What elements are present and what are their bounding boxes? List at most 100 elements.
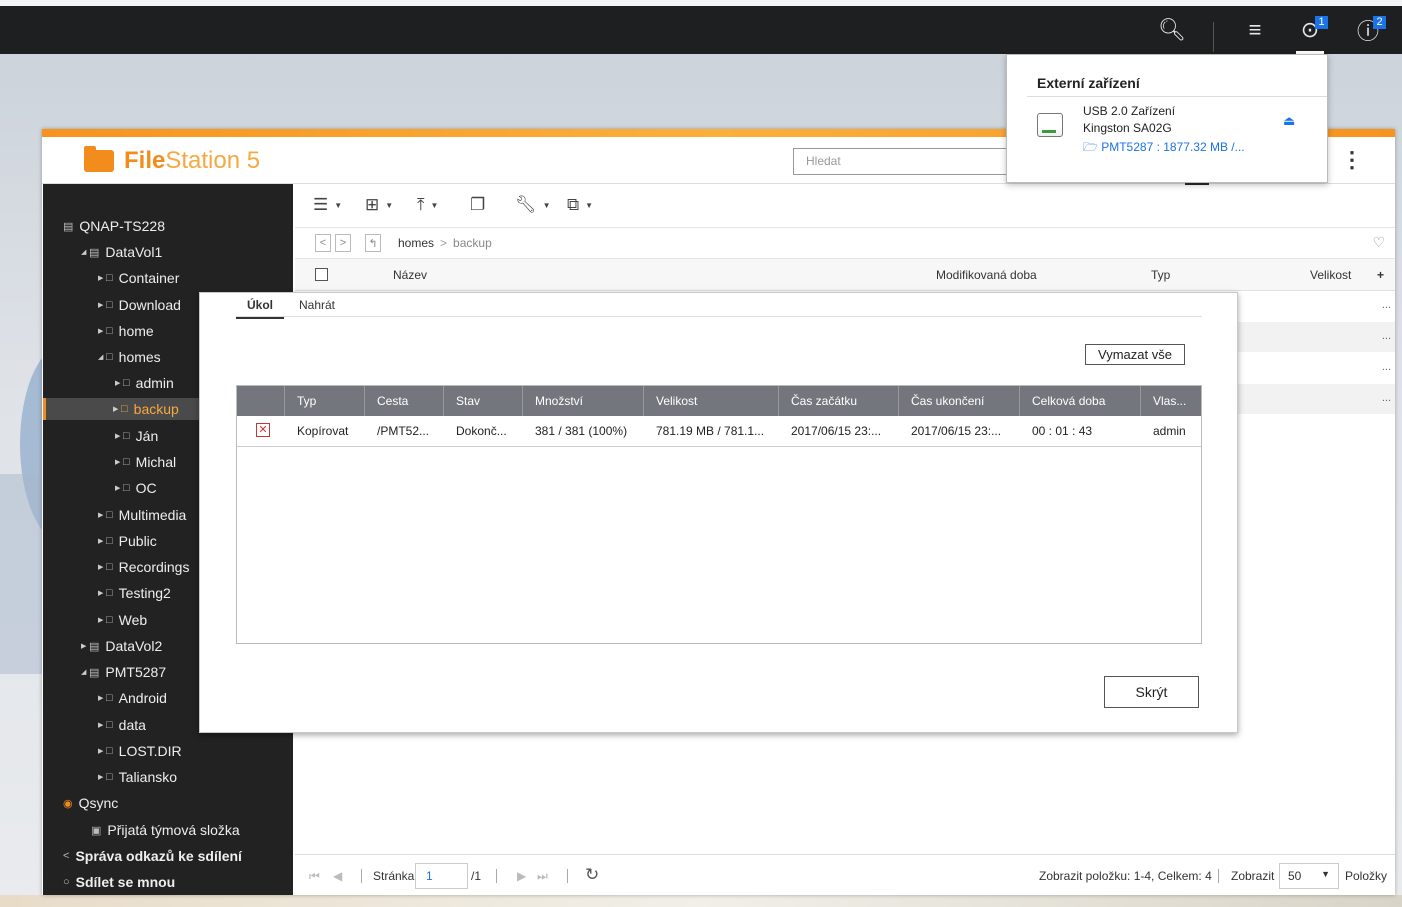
tree-node-multimedia[interactable]: ▶ □ Multimedia <box>98 504 186 526</box>
prev-page-icon[interactable]: ◀ <box>333 869 342 883</box>
column-end-time[interactable]: Čas ukončení <box>899 386 1020 416</box>
external-device-icon[interactable]: ⊙ 1 <box>1290 6 1330 54</box>
tree-node-root[interactable]: ▤ QNAP-TS228 <box>63 215 165 237</box>
hide-button[interactable]: Skrýt <box>1104 676 1199 708</box>
share-link-icon: ⧉ <box>567 195 580 214</box>
tree-node-admin[interactable]: ▶ □ admin <box>115 372 174 394</box>
items-summary: Zobrazit položku: 1-4, Celkem: 4 <box>1039 869 1212 883</box>
divider <box>567 869 568 883</box>
search-input[interactable]: Hledat <box>793 148 1023 175</box>
tree-node-shared-with-me[interactable]: ○ Sdílet se mnou <box>63 871 175 893</box>
folder-icon: □ <box>106 561 113 573</box>
clear-all-button[interactable]: Vymazat vše <box>1085 344 1185 365</box>
tree-node-michal[interactable]: ▶ □ Michal <box>115 451 176 473</box>
column-modified[interactable]: Modifikovaná doba <box>936 268 1037 282</box>
favorite-icon[interactable]: ♡ <box>1372 234 1385 251</box>
new-folder-icon: ⊞ <box>365 195 380 214</box>
tree-node-public[interactable]: ▶ □ Public <box>98 530 157 552</box>
upload-button[interactable]: ⤒ ▼ <box>417 194 438 216</box>
more-menu-icon[interactable]: ⋮ <box>1341 147 1363 173</box>
column-size[interactable]: Velikost <box>644 386 779 416</box>
tree-node-pmt5287[interactable]: ◢ ▤ PMT5287 <box>81 661 166 683</box>
upload-icon: ⤒ <box>417 195 425 214</box>
column-status[interactable]: Stav <box>444 386 523 416</box>
next-page-icon[interactable]: ▶ <box>517 869 526 883</box>
back-button[interactable]: < <box>315 234 331 252</box>
search-icon[interactable]: 🔍︎ <box>1152 6 1192 54</box>
first-page-icon[interactable]: ⏮ <box>309 869 320 884</box>
tree-node-data[interactable]: ▶ □ data <box>98 714 146 736</box>
tree-node-share-links[interactable]: < Správa odkazů ke sdílení <box>63 845 242 867</box>
external-devices-popup: Externí zařízení USB 2.0 Zařízení Kingst… <box>1006 54 1328 183</box>
task-type: Kopírovat <box>297 424 349 438</box>
dropdown-arrow-icon: ▼ <box>585 200 594 210</box>
refresh-icon[interactable]: ↻ <box>585 865 599 885</box>
tree-node-oc[interactable]: ▶ □ OC <box>115 477 157 499</box>
column-count[interactable]: Množství <box>523 386 644 416</box>
row-overflow: ... <box>1381 330 1391 342</box>
info-icon[interactable]: ⓘ 2 <box>1348 6 1388 54</box>
column-type[interactable]: Typ <box>1151 268 1170 282</box>
column-duration[interactable]: Celková doba <box>1020 386 1141 416</box>
remove-task-icon[interactable]: ✕ <box>256 423 270 437</box>
tree-node-container[interactable]: ▶ □ Container <box>98 267 179 289</box>
tree-node-web[interactable]: ▶ □ Web <box>98 609 147 631</box>
column-path[interactable]: Cesta <box>365 386 444 416</box>
collapsed-arrow-icon: ▶ <box>98 774 104 781</box>
create-folder-button[interactable]: ⊞ ▼ <box>365 194 393 216</box>
select-all-checkbox[interactable] <box>315 268 328 281</box>
tree-node-taliansko[interactable]: ▶ □ Taliansko <box>98 766 177 788</box>
parent-folder-button[interactable]: ↰ <box>365 234 381 252</box>
column-status-icon <box>237 386 285 416</box>
eject-icon[interactable]: ⏏ <box>1283 113 1295 129</box>
tree-node-testing2[interactable]: ▶ □ Testing2 <box>98 582 171 604</box>
tree-node-lost-dir[interactable]: ▶ □ LOST.DIR <box>98 740 182 762</box>
show-label: Zobrazit <box>1231 869 1275 883</box>
breadcrumb-parent[interactable]: homes <box>398 236 434 250</box>
folder-icon: □ <box>106 351 113 363</box>
volume-icon: ▤ <box>89 246 100 259</box>
row-overflow: ... <box>1381 299 1391 311</box>
device-volume-link[interactable]: 🗁︎ PMT5287 : 1877.32 MB /... <box>1083 138 1245 159</box>
tab-task[interactable]: Úkol <box>235 298 285 319</box>
table-row[interactable]: ✕ Kopírovat /PMT52... Dokonč... 381 / 38… <box>237 416 1201 447</box>
tree-node-android[interactable]: ▶ □ Android <box>98 687 167 709</box>
folder-icon: □ <box>123 456 130 468</box>
stack-icon[interactable]: ≡ <box>1235 6 1275 54</box>
background-tasks-dialog: Úkol Nahrát Vymazat vše Typ Cesta Stav M… <box>199 292 1238 733</box>
tree-node-team-folder[interactable]: ▣ Přijatá týmová složka <box>91 819 240 841</box>
collapsed-arrow-icon: ▶ <box>115 459 121 466</box>
column-size[interactable]: Velikost <box>1310 268 1351 282</box>
copy-button[interactable]: ❐ <box>470 194 485 216</box>
tree-node-homes[interactable]: ◢ □ homes <box>98 346 161 368</box>
task-duration: 00 : 01 : 43 <box>1032 424 1093 438</box>
column-name[interactable]: Název <box>393 268 427 282</box>
collapsed-arrow-icon: ▶ <box>115 380 121 387</box>
column-type[interactable]: Typ <box>285 386 365 416</box>
forward-button[interactable]: > <box>335 234 351 252</box>
last-page-icon[interactable]: ⏭ <box>537 869 548 884</box>
info-badge: 2 <box>1373 16 1386 29</box>
tree-node-recordings[interactable]: ▶ □ Recordings <box>98 556 189 578</box>
share-menu-button[interactable]: ⧉ ▼ <box>567 194 593 216</box>
add-column-button[interactable]: + <box>1377 268 1384 282</box>
tree-node-jan[interactable]: ▶ □ Ján <box>115 425 158 447</box>
tree-node-download[interactable]: ▶ □ Download <box>98 294 181 316</box>
view-mode-button[interactable]: ☰ ▼ <box>313 194 342 216</box>
tree-node-qsync[interactable]: ◉ Qsync <box>63 792 118 814</box>
task-status: Dokonč... <box>456 424 507 438</box>
column-start-time[interactable]: Čas začátku <box>779 386 899 416</box>
tools-button[interactable]: 🔧︎ ▼ <box>515 194 551 216</box>
tree-node-datavol1[interactable]: ◢ ▤ DataVol1 <box>81 241 162 263</box>
collapsed-arrow-icon: ▶ <box>115 485 121 492</box>
app-logo: File Station 5 <box>84 146 260 175</box>
dropdown-arrow-icon: ▼ <box>542 200 551 210</box>
column-owner[interactable]: Vlas... <box>1141 386 1201 416</box>
per-page-select[interactable]: 50 ▼ <box>1279 863 1339 889</box>
tree-node-datavol2[interactable]: ▶ ▤ DataVol2 <box>81 635 162 657</box>
qsync-icon: ◉ <box>63 797 73 810</box>
page-input[interactable]: 1 <box>415 863 468 889</box>
items-label: Položky <box>1345 869 1388 883</box>
tree-node-home[interactable]: ▶ □ home <box>98 320 154 342</box>
tab-upload[interactable]: Nahrát <box>299 298 335 312</box>
